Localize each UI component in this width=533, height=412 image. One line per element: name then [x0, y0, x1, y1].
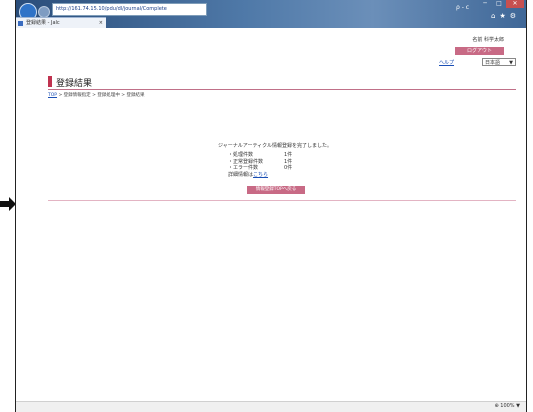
page-title: 登録結果 [56, 79, 93, 89]
address-bar[interactable]: http://161.74.15.10/pdu/dl/journal/Compl… [52, 3, 207, 16]
title-divider [48, 89, 516, 90]
breadcrumb-separator: > [58, 93, 63, 98]
window-controls: ─ □ ✕ [478, 0, 524, 8]
tab-title: 登録結果 - Jalc [26, 20, 60, 26]
detail-row: 詳細情報は こちら [228, 172, 292, 179]
minimize-button[interactable]: ─ [478, 0, 492, 8]
page-content: 名前 科学太郎 ログアウト ヘルプ 日本語 ▼ 登録結果 TOP > 登録情報指… [16, 28, 526, 402]
zoom-control[interactable]: ⊕ 100% ▼ [494, 403, 520, 409]
breadcrumb-step1: 登録情報指定 [63, 93, 91, 98]
language-select[interactable]: 日本語 ▼ [482, 58, 516, 66]
content-divider [48, 200, 516, 201]
help-link[interactable]: ヘルプ [439, 59, 454, 66]
breadcrumb-separator: > [92, 93, 96, 98]
completion-message: ジャーナルアーティクル情報登録を完了しました。 [218, 143, 333, 149]
return-top-button[interactable]: 情報登録TOPへ戻る [247, 186, 305, 194]
user-name: 名前 科学太郎 [472, 37, 504, 43]
status-bar: ⊕ 100% ▼ [16, 401, 526, 412]
logout-button[interactable]: ログアウト [455, 47, 504, 55]
breadcrumb-step3: 登録結果 [126, 93, 145, 98]
browser-tab[interactable]: 登録結果 - Jalc × [16, 17, 106, 28]
title-accent-bar [48, 76, 52, 87]
chevron-down-icon: ▼ [509, 60, 513, 66]
breadcrumb-separator: > [121, 93, 126, 98]
detail-label: 詳細情報は [228, 171, 254, 178]
language-value: 日本語 [485, 60, 501, 66]
favicon-icon [18, 21, 23, 26]
pointer-arrow-icon [0, 197, 16, 211]
breadcrumb: TOP > 登録情報指定 > 登録処理中 > 登録結果 [48, 92, 144, 98]
breadcrumb-top[interactable]: TOP [48, 93, 57, 98]
result-stats: ・処理件数 1件 ・正常登録件数 1件 ・エラー件数 0件 詳細情報は こちら [228, 152, 292, 178]
stat-value: 0件 [284, 165, 293, 171]
close-window-button[interactable]: ✕ [506, 0, 524, 8]
detail-link[interactable]: こちら [253, 172, 268, 179]
maximize-button[interactable]: □ [492, 0, 506, 8]
toolbar-icons[interactable]: ⌂★⚙ [491, 12, 520, 20]
breadcrumb-step2: 登録処理中 [97, 93, 120, 98]
browser-titlebar: http://161.74.15.10/pdu/dl/journal/Compl… [16, 0, 526, 28]
browser-window: http://161.74.15.10/pdu/dl/journal/Compl… [15, 0, 527, 412]
search-refresh-icon[interactable]: ρ - c [456, 4, 469, 11]
